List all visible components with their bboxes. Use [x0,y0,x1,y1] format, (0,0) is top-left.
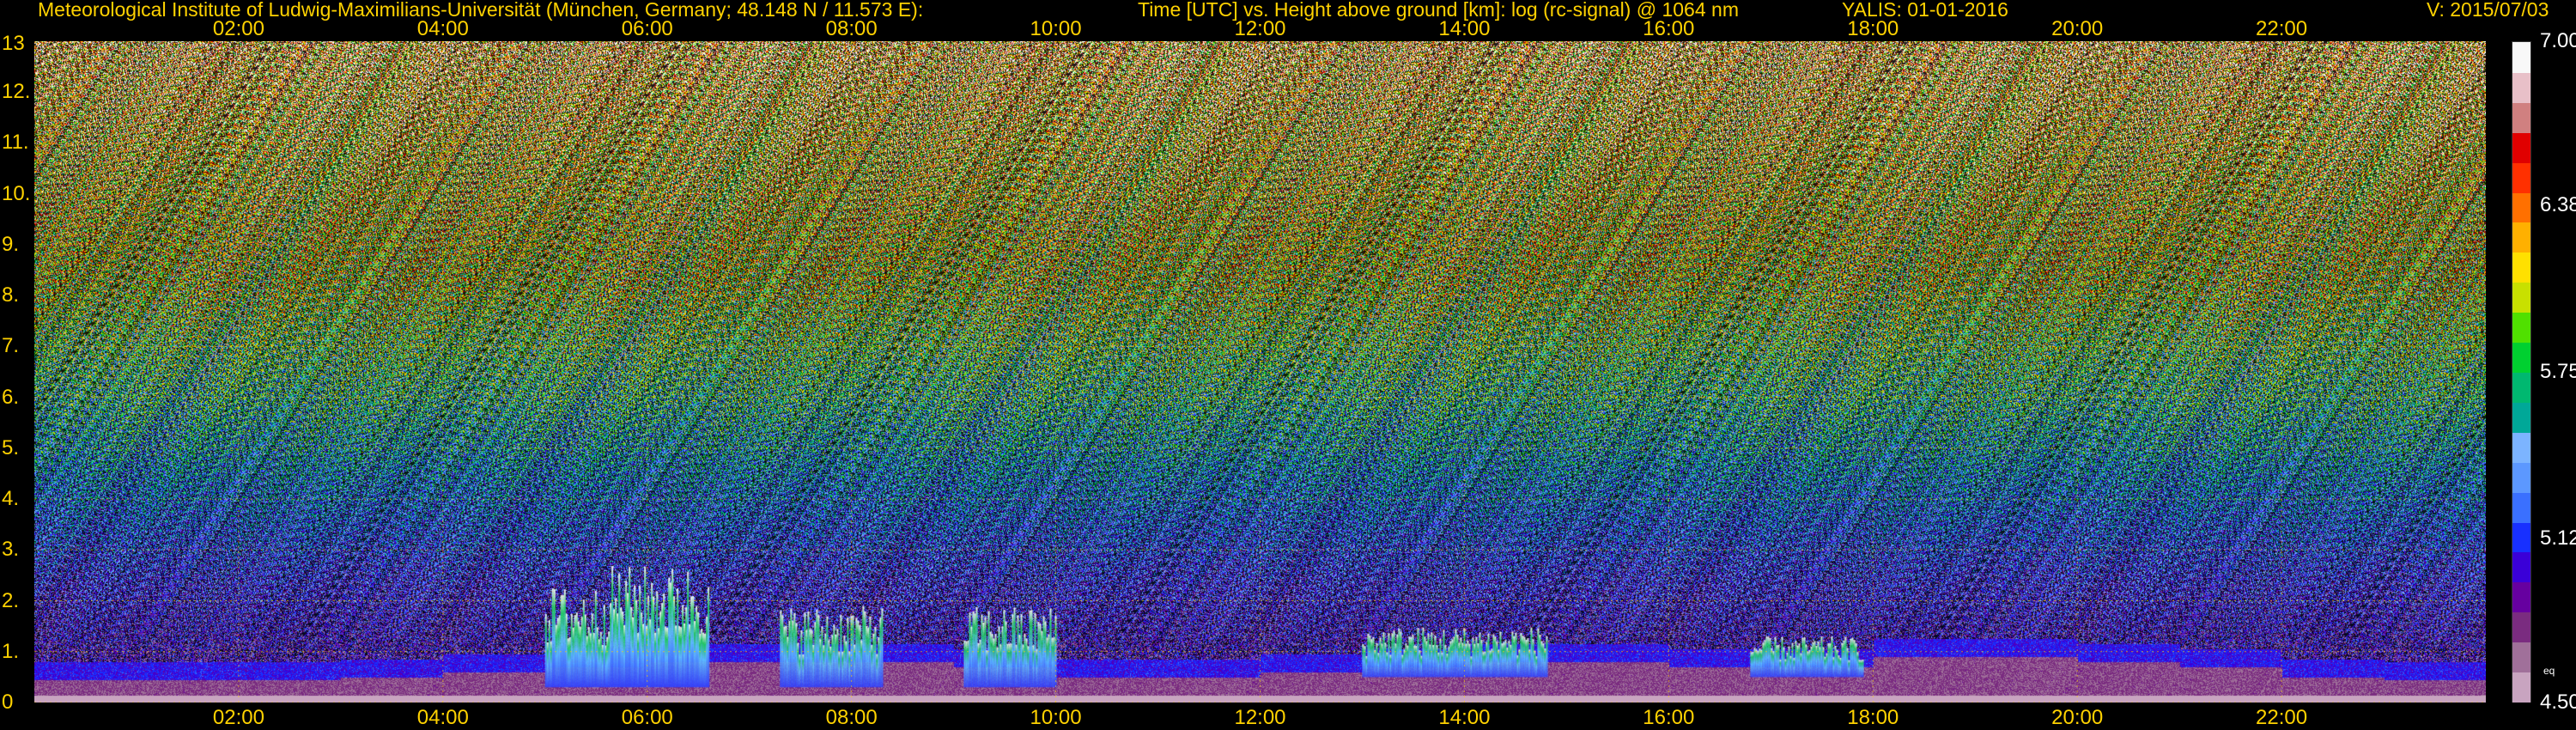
x-tick-bottom-label: 04:00 [416,706,469,729]
x-tick-bottom-label: 16:00 [1643,706,1695,729]
x-tick-bottom-label: 14:00 [1438,706,1491,729]
x-tick-top-label: 02:00 [212,17,264,40]
x-tick-top-label: 22:00 [2256,17,2308,40]
colorbar-segment [2512,252,2530,283]
x-tick-bottom-label: 02:00 [212,706,264,729]
colorbar-segment [2512,42,2530,73]
x-tick-top-label: 04:00 [416,17,469,40]
x-tick-bottom-label: 22:00 [2256,706,2308,729]
colorbar-label: 6.38 [2540,192,2576,216]
colorbar-segment [2512,312,2530,344]
x-tick-top-label: 18:00 [1847,17,1899,40]
backscatter-heatmap [34,41,2486,703]
colorbar-segment [2512,521,2530,553]
x-tick-bottom-label: 06:00 [621,706,673,729]
x-tick-top-label: 20:00 [2051,17,2104,40]
colorbar-segment [2512,611,2530,643]
x-tick-top-label: 12:00 [1234,17,1286,40]
colorbar-segment [2512,401,2530,433]
colorbar-segment [2512,342,2530,373]
x-tick-bottom-label: 12:00 [1234,706,1286,729]
colorbar-label: 5.12 [2540,526,2576,551]
x-tick-top-label: 16:00 [1643,17,1695,40]
y-tick-label: 12. [2,80,31,104]
y-tick-label: 10. [2,181,31,205]
colorbar-segment [2512,372,2530,403]
y-tick-label: 5. [2,435,20,459]
y-tick-label: 11. [2,131,29,155]
y-tick-label: 7. [2,334,20,358]
x-tick-bottom-label: 20:00 [2051,706,2104,729]
y-tick-label: 1. [2,639,20,663]
y-tick-label: 8. [2,283,20,307]
colorbar-segment [2512,491,2530,523]
colorbar-segment [2512,672,2530,703]
y-tick-label: 3. [2,538,20,562]
colorbar-segment [2512,431,2530,463]
colorbar-segment [2512,551,2530,583]
colorbar-segment [2512,642,2530,673]
plot-overlay [34,41,2486,703]
colorbar [2512,41,2531,703]
y-tick-label: 0 [2,690,14,714]
x-tick-bottom-label: 10:00 [1030,706,1082,729]
colorbar-segment [2512,192,2530,223]
colorbar-segment [2512,461,2530,493]
x-tick-bottom-label: 08:00 [825,706,878,729]
y-tick-label: 9. [2,232,20,256]
x-tick-top-label: 14:00 [1438,17,1491,40]
version-label: V: 2015/07/03 [2427,0,2549,21]
y-tick-label: 6. [2,385,20,409]
colorbar-label: 5.75 [2540,360,2576,383]
colorbar-segment [2512,282,2530,313]
colorbar-label: 7.00 [2540,29,2576,52]
colorbar-segment [2512,71,2530,103]
y-tick-label: 2. [2,588,20,612]
colorbar-segment [2512,161,2530,193]
x-tick-top-label: 10:00 [1030,17,1082,40]
colorbar-label: 4.50 [2540,690,2576,714]
x-tick-bottom-label: 18:00 [1847,706,1899,729]
x-tick-top-label: 08:00 [825,17,878,40]
institute-title: Meteorological Institute of Ludwig-Maxim… [38,0,924,21]
y-tick-label: 13 [2,32,25,55]
colorbar-segment [2512,581,2530,613]
colorbar-segment [2512,101,2530,133]
x-tick-top-label: 06:00 [621,17,673,40]
colorbar-segment [2512,131,2530,163]
colorbar-label: eq [2543,665,2555,678]
colorbar-segment [2512,222,2530,253]
y-tick-label: 4. [2,487,20,511]
